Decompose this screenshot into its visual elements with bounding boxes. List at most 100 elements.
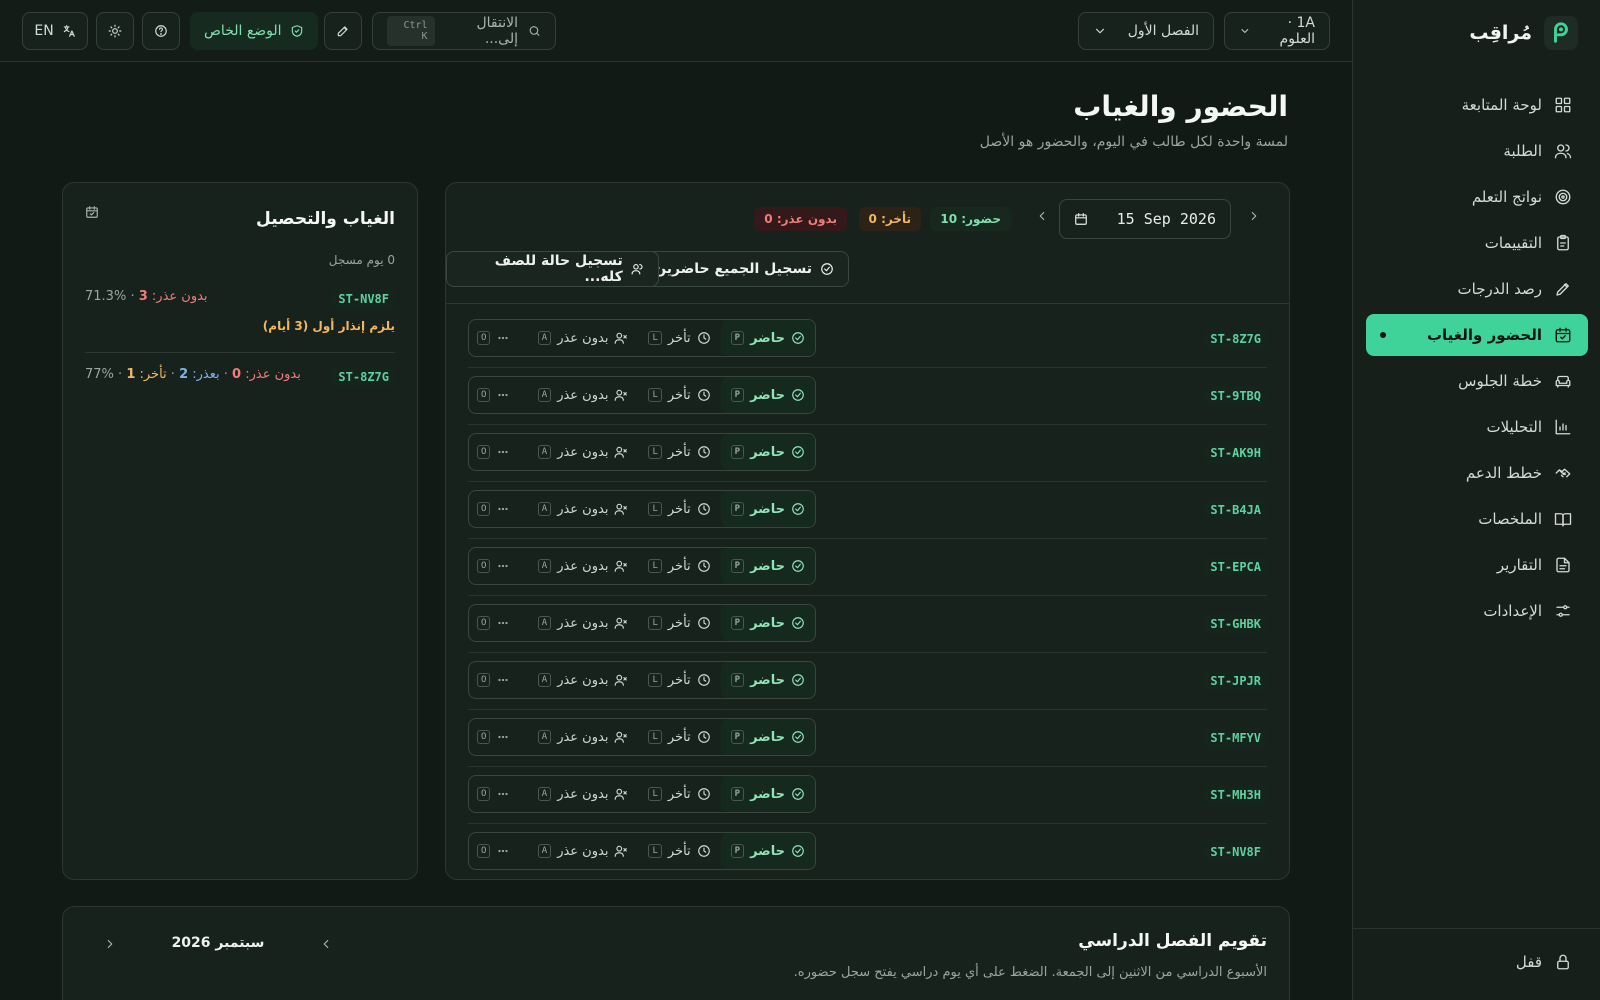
term-select[interactable]: الفصل الأول xyxy=(1078,12,1214,50)
calendar-title: تقويم الفصل الدراسي xyxy=(1078,931,1267,951)
shortcut-key: L xyxy=(648,730,662,744)
sidebar-item-analytics[interactable]: التحليلات xyxy=(1366,406,1588,448)
shortcut-key: A xyxy=(537,502,552,516)
calendar-check-icon[interactable] xyxy=(85,205,99,219)
status-present-button[interactable]: حاضر P xyxy=(720,320,815,356)
absence-entry[interactable]: ST-NV8F بدون عذر: 3 · %71.3 يلزم إنذار أ… xyxy=(85,289,395,353)
status-unexcused-button[interactable]: بدون عذر A xyxy=(528,434,639,470)
next-month-button[interactable] xyxy=(103,937,117,951)
sidebar-item-seating[interactable]: خطة الجلوس xyxy=(1366,360,1588,402)
sidebar-item-grades[interactable]: رصد الدرجات xyxy=(1366,268,1588,310)
brand[interactable]: مُراقِب xyxy=(1469,16,1578,50)
status-present-button[interactable]: حاضر P xyxy=(720,377,815,413)
status-unexcused-button[interactable]: بدون عذر A xyxy=(528,491,639,527)
status-late-button[interactable]: تأخر L xyxy=(638,662,720,698)
sidebar-item-label: الملخصات xyxy=(1478,510,1542,528)
search-input[interactable]: الانتقال إلى... Ctrl K xyxy=(372,12,556,50)
next-day-button[interactable] xyxy=(1247,209,1261,223)
status-late-button[interactable]: تأخر L xyxy=(638,434,720,470)
status-late-button[interactable]: تأخر L xyxy=(638,320,720,356)
status-present-button[interactable]: حاضر P xyxy=(720,662,815,698)
absence-achievement-card: الغياب والتحصيل 0 يوم مسجل ST-NV8F بدون … xyxy=(62,182,418,880)
calendar-subtitle: الأسبوع الدراسي من الاثنين إلى الجمعة. ا… xyxy=(793,965,1267,980)
status-more-button[interactable]: O xyxy=(469,491,518,527)
status-late-button[interactable]: تأخر L xyxy=(638,719,720,755)
check-circle-icon xyxy=(792,446,804,458)
page-subtitle: لمسة واحدة لكل طالب في اليوم، والحضور هو… xyxy=(979,134,1288,150)
status-present-button[interactable]: حاضر P xyxy=(720,491,815,527)
prev-month-button[interactable] xyxy=(319,937,333,951)
status-unexcused-label: بدون عذر xyxy=(557,330,609,346)
status-present-button[interactable]: حاضر P xyxy=(720,776,815,812)
status-present-button[interactable]: حاضر P xyxy=(720,833,815,869)
shortcut-key: P xyxy=(730,730,745,744)
status-more-button[interactable]: O xyxy=(469,662,518,698)
status-segmented-control: حاضر P تأخر L بدون عذر A O xyxy=(468,661,816,699)
lock-button[interactable]: قفل xyxy=(1516,953,1572,971)
check-circle-icon xyxy=(792,731,804,743)
status-unexcused-label: بدون عذر xyxy=(557,729,609,745)
user-x-icon xyxy=(615,731,628,743)
status-unexcused-button[interactable]: بدون عذر A xyxy=(528,776,639,812)
status-unexcused-button[interactable]: بدون عذر A xyxy=(528,320,639,356)
quick-note-button[interactable] xyxy=(324,12,362,50)
status-more-button[interactable]: O xyxy=(469,548,518,584)
status-late-button[interactable]: تأخر L xyxy=(638,548,720,584)
class-select[interactable]: 1A · العلوم xyxy=(1224,12,1330,50)
mark-all-present-button[interactable]: تسجيل الجميع حاضرين xyxy=(639,251,849,287)
student-id: ST-9TBQ xyxy=(1204,386,1267,406)
status-late-button[interactable]: تأخر L xyxy=(638,491,720,527)
status-unexcused-button[interactable]: بدون عذر A xyxy=(528,548,639,584)
prev-day-button[interactable] xyxy=(1035,209,1049,223)
sidebar-item-attendance[interactable]: الحضور والغياب xyxy=(1366,314,1588,356)
status-unexcused-button[interactable]: بدون عذر A xyxy=(528,662,639,698)
status-unexcused-button[interactable]: بدون عذر A xyxy=(528,605,639,641)
theme-toggle-button[interactable] xyxy=(96,12,134,50)
status-present-button[interactable]: حاضر P xyxy=(720,719,815,755)
status-more-button[interactable]: O xyxy=(469,605,518,641)
status-late-button[interactable]: تأخر L xyxy=(638,776,720,812)
help-button[interactable] xyxy=(142,12,180,50)
sidebar-item-outcomes[interactable]: نواتج التعلم xyxy=(1366,176,1588,218)
sidebar-item-reports[interactable]: التقارير xyxy=(1366,544,1588,586)
search-shortcut: Ctrl K xyxy=(387,16,435,46)
status-late-button[interactable]: تأخر L xyxy=(638,605,720,641)
user-x-icon xyxy=(615,674,628,686)
date-picker[interactable]: 15 Sep 2026 xyxy=(1059,199,1231,239)
sidebar-footer: قفل xyxy=(1352,928,1600,1000)
sidebar-item-summaries[interactable]: الملخصات xyxy=(1366,498,1588,540)
shortcut-key: L xyxy=(648,331,662,345)
mark-class-status-button[interactable]: تسجيل حالة للصف كله... xyxy=(446,251,659,287)
status-unexcused-button[interactable]: بدون عذر A xyxy=(528,377,639,413)
status-more-button[interactable]: O xyxy=(469,719,518,755)
status-more-button[interactable]: O xyxy=(469,320,518,356)
sidebar-item-dashboard[interactable]: لوحة المتابعة xyxy=(1366,84,1588,126)
late-count-chip: تأخر: 0 xyxy=(858,207,921,231)
achievement-percent: %71.3 xyxy=(85,289,127,304)
absence-entry[interactable]: ST-8Z7G بدون عذر: 0 · بعذر: 2 · تأخر: 1 … xyxy=(85,367,395,391)
status-unexcused-button[interactable]: بدون عذر A xyxy=(528,833,639,869)
status-present-button[interactable]: حاضر P xyxy=(720,548,815,584)
status-unexcused-label: بدون عذر xyxy=(557,387,609,403)
status-present-button[interactable]: حاضر P xyxy=(720,605,815,641)
status-more-button[interactable]: O xyxy=(469,377,518,413)
status-late-button[interactable]: تأخر L xyxy=(638,377,720,413)
sidebar-item-assessments[interactable]: التقييمات xyxy=(1366,222,1588,264)
status-late-button[interactable]: تأخر L xyxy=(638,833,720,869)
status-more-button[interactable]: O xyxy=(469,833,518,869)
status-more-button[interactable]: O xyxy=(469,776,518,812)
user-x-icon xyxy=(615,503,628,515)
sidebar-item-settings[interactable]: الإعدادات xyxy=(1366,590,1588,632)
private-mode-button[interactable]: الوضع الخاص xyxy=(190,12,318,50)
status-unexcused-label: بدون عذر xyxy=(557,786,609,802)
search-icon xyxy=(529,26,540,36)
shortcut-key: L xyxy=(648,844,662,858)
status-unexcused-button[interactable]: بدون عذر A xyxy=(528,719,639,755)
sidebar-item-support-plans[interactable]: خطط الدعم xyxy=(1366,452,1588,494)
sidebar-item-students[interactable]: الطلبة xyxy=(1366,130,1588,172)
status-more-button[interactable]: O xyxy=(469,434,518,470)
shield-check-icon xyxy=(291,25,302,37)
user-x-icon xyxy=(615,389,628,401)
status-present-button[interactable]: حاضر P xyxy=(720,434,815,470)
language-toggle-button[interactable]: EN xyxy=(22,12,88,50)
